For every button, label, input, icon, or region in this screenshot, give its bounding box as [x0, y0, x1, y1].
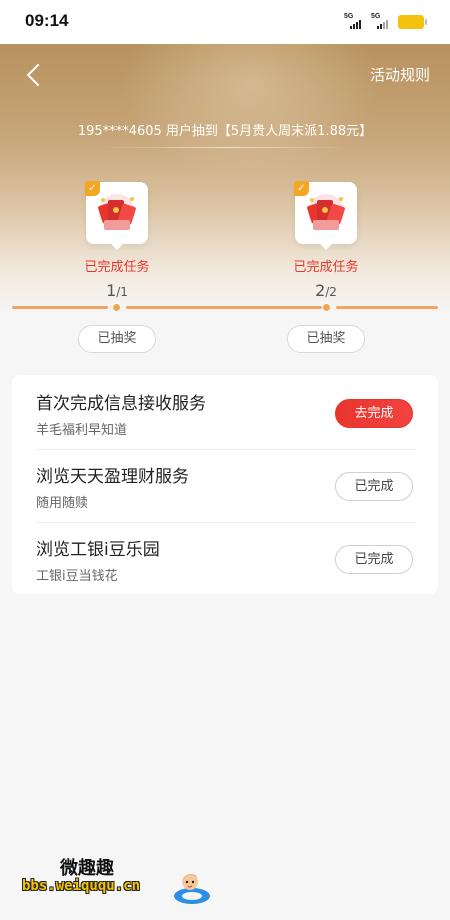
progress-timeline — [12, 303, 438, 312]
winner-ticker: 195****4605 用户抽到【5月贵人周末派1.88元】 — [77, 124, 373, 139]
completed-button[interactable]: 已完成 — [335, 545, 413, 574]
task-title: 浏览工银i豆乐园 — [36, 540, 160, 560]
watermark: 微趣趣 bbs.weiququ.cn — [20, 850, 210, 910]
battery-icon — [398, 15, 427, 29]
back-icon[interactable] — [22, 62, 48, 88]
completed-button[interactable]: 已完成 — [335, 472, 413, 501]
reward-progress: 1/1 — [106, 281, 128, 300]
watermark-title: 微趣趣 — [60, 858, 114, 879]
task-subtitle: 羊毛福利早知道 — [36, 423, 128, 438]
reward-status: 已完成任务 — [84, 260, 150, 275]
timeline-segment — [12, 306, 108, 309]
signal-icon: 5G — [371, 13, 393, 30]
task-item: 浏览工银i豆乐园 工银i豆当钱花 已完成 — [12, 523, 438, 596]
status-bar: 09:14 5G 5G — [0, 0, 450, 44]
mascot-icon — [174, 874, 210, 904]
task-title: 首次完成信息接收服务 — [36, 394, 206, 414]
activity-rules-link[interactable]: 活动规则 — [370, 64, 430, 85]
red-envelope-gift-icon — [307, 194, 345, 230]
drawn-button-2[interactable]: 已抽奖 — [287, 325, 365, 353]
reward-card[interactable]: ✓ — [294, 181, 357, 250]
reward-status: 已完成任务 — [293, 260, 359, 275]
task-item: 浏览天天盈理财服务 随用随赎 已完成 — [12, 450, 438, 523]
red-envelope-gift-icon — [98, 194, 136, 230]
watermark-url: bbs.weiququ.cn — [22, 878, 141, 894]
reward-stage-1: ✓ 已完成任务 1/1 — [57, 181, 177, 300]
timeline-node — [322, 303, 331, 312]
timeline-segment — [126, 306, 322, 309]
task-list: 首次完成信息接收服务 羊毛福利早知道 去完成 浏览天天盈理财服务 随用随赎 已完… — [12, 375, 438, 594]
reward-stage-2: ✓ 已完成任务 2/2 — [266, 181, 386, 300]
task-subtitle: 工银i豆当钱花 — [36, 569, 118, 584]
reward-progress: 2/2 — [315, 281, 337, 300]
ticker-divider — [100, 147, 350, 148]
timeline-segment — [336, 306, 438, 309]
task-item: 首次完成信息接收服务 羊毛福利早知道 去完成 — [12, 377, 438, 450]
go-complete-button[interactable]: 去完成 — [335, 399, 413, 428]
hero-banner: 活动规则 195****4605 用户抽到【5月贵人周末派1.88元】 ✓ 已完… — [0, 44, 450, 314]
status-time: 09:14 — [25, 11, 69, 30]
drawn-button-1[interactable]: 已抽奖 — [78, 325, 156, 353]
reward-card[interactable]: ✓ — [85, 181, 148, 250]
task-subtitle: 随用随赎 — [36, 496, 89, 511]
signal-icon: 5G — [344, 13, 366, 30]
timeline-node — [112, 303, 121, 312]
task-title: 浏览天天盈理财服务 — [36, 467, 189, 487]
